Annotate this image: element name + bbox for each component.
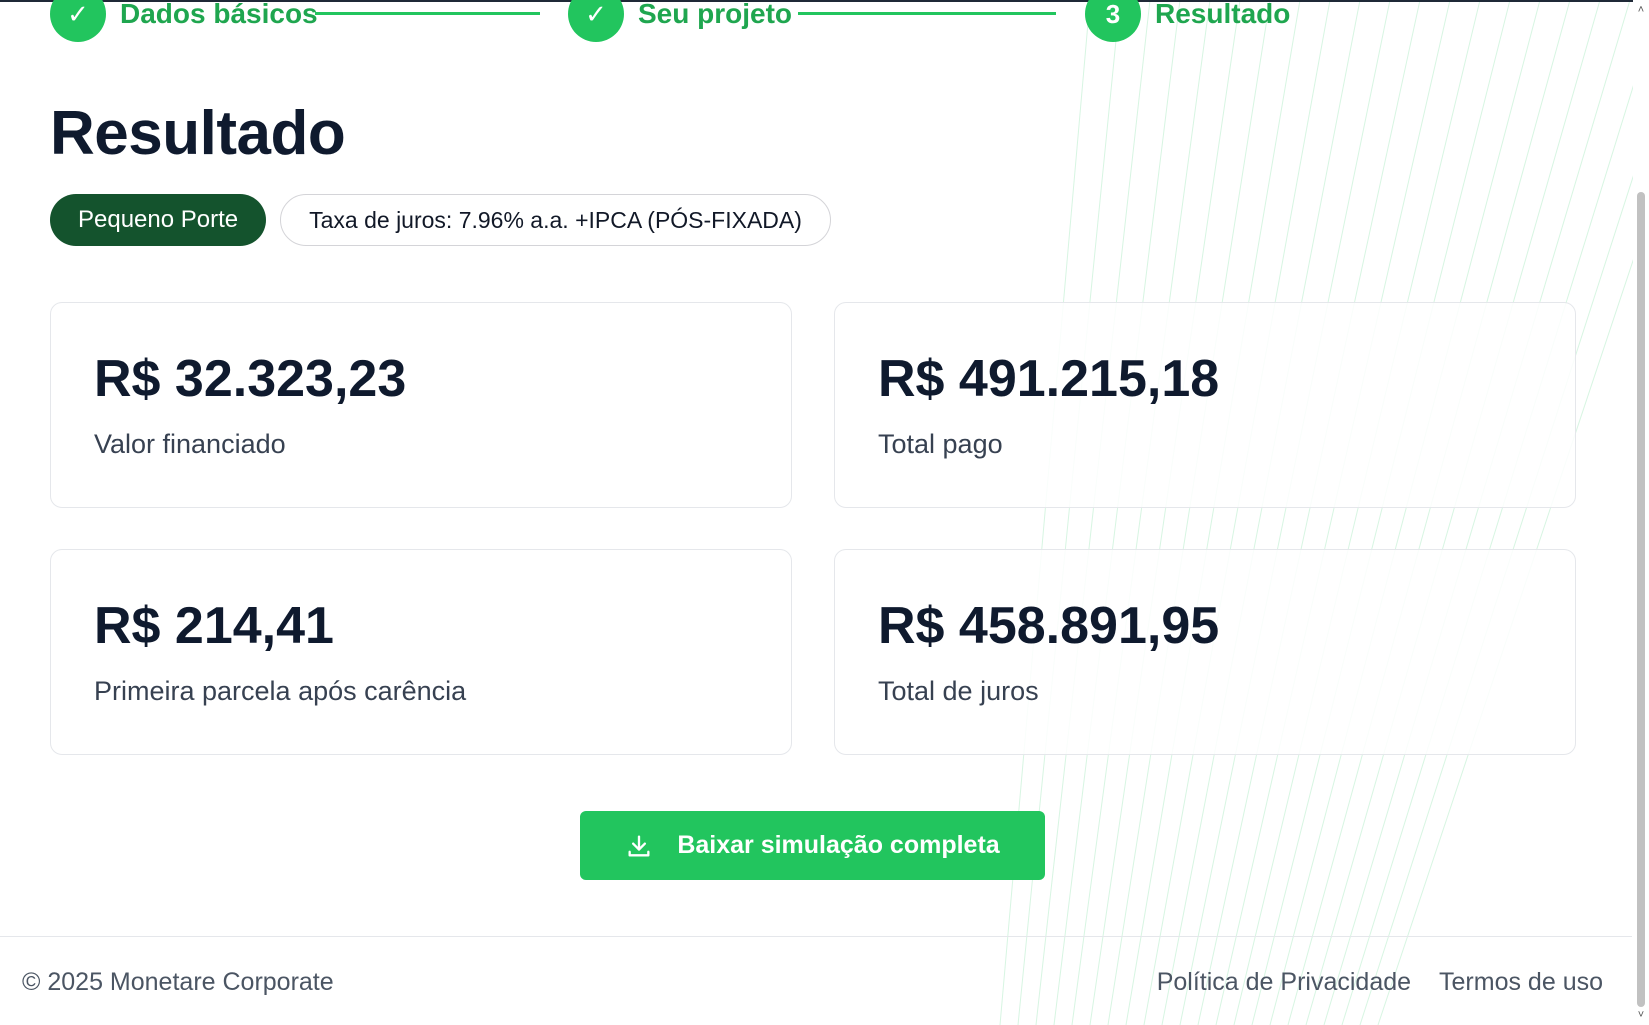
decorative-line [1251, 0, 1511, 1025]
check-icon: ✓ [568, 0, 624, 42]
card-total-juros: R$ 458.891,95 Total de juros [834, 549, 1576, 755]
decorative-line [1125, 0, 1301, 1025]
download-button-label: Baixar simulação completa [677, 831, 1000, 859]
card-valor-financiado: R$ 32.323,23 Valor financiado [50, 302, 792, 508]
footer-divider [0, 936, 1632, 937]
check-icon: ✓ [50, 0, 106, 42]
step-label: Seu projeto [638, 0, 793, 29]
step-label: Resultado [1155, 0, 1291, 29]
result-tags: Pequeno Porte Taxa de juros: 7.96% a.a. … [50, 194, 831, 246]
step-connector [798, 12, 1056, 15]
card-label: Valor financiado [94, 429, 286, 459]
decorative-line [1323, 0, 1631, 1025]
step-number: 3 [1085, 0, 1141, 42]
decorative-line [1179, 0, 1391, 1025]
footer-copyright: © 2025 Monetare Corporate [22, 968, 334, 996]
footer-links: Política de Privacidade Termos de uso [1157, 968, 1603, 997]
card-label: Total de juros [878, 676, 1039, 706]
porte-badge: Pequeno Porte [50, 194, 267, 246]
step-dados-basicos[interactable]: ✓ Dados básicos [50, 0, 318, 42]
privacy-policy-link[interactable]: Política de Privacidade [1157, 968, 1411, 997]
interest-rate-badge: Taxa de juros: 7.96% a.a. +IPCA (PÓS-FIX… [280, 194, 831, 246]
decorative-line [1359, 125, 1649, 1025]
progress-stepper: ✓ Dados básicos ✓ Seu projeto 3 Resultad… [50, 0, 1350, 42]
decorative-line [1215, 0, 1451, 1025]
download-icon [628, 835, 650, 856]
decorative-line [1269, 0, 1541, 1025]
terms-of-use-link[interactable]: Termos de uso [1439, 968, 1603, 997]
scroll-up-icon[interactable]: ˄ [1635, 4, 1647, 16]
decorative-line [1035, 0, 1151, 1025]
decorative-line [1053, 0, 1181, 1025]
download-simulation-button[interactable]: Baixar simulação completa [580, 811, 1045, 880]
decorative-line [1161, 0, 1361, 1025]
scroll-thumb[interactable] [1637, 192, 1645, 1007]
decorative-line [1305, 0, 1601, 1025]
decorative-line [1143, 0, 1331, 1025]
step-label: Dados básicos [120, 0, 318, 29]
card-value: R$ 458.891,95 [878, 597, 1220, 655]
decorative-line [1107, 0, 1271, 1025]
card-label: Primeira parcela após carência [94, 676, 467, 706]
step-connector [315, 12, 540, 15]
page: ✓ Dados básicos ✓ Seu projeto 3 Resultad… [0, 0, 1649, 1025]
decorative-line [1377, 211, 1649, 1025]
card-value: R$ 491.215,18 [878, 350, 1220, 408]
decorative-line [1233, 0, 1481, 1025]
card-total-pago: R$ 491.215,18 Total pago [834, 302, 1576, 508]
page-title: Resultado [50, 99, 346, 168]
vertical-scrollbar[interactable]: ˄ ˅ [1633, 0, 1649, 1025]
step-seu-projeto[interactable]: ✓ Seu projeto [568, 0, 792, 42]
step-resultado[interactable]: 3 Resultado [1085, 0, 1290, 42]
decorative-line [1287, 0, 1571, 1025]
decorative-line [1071, 0, 1211, 1025]
card-primeira-parcela: R$ 214,41 Primeira parcela após carência [50, 549, 792, 755]
scroll-down-icon[interactable]: ˅ [1635, 1009, 1647, 1021]
card-value: R$ 32.323,23 [94, 350, 407, 408]
decorative-line [1197, 0, 1421, 1025]
decorative-line [1089, 0, 1241, 1025]
decorative-line [1341, 33, 1649, 1025]
card-label: Total pago [878, 429, 1003, 459]
card-value: R$ 214,41 [94, 597, 334, 655]
